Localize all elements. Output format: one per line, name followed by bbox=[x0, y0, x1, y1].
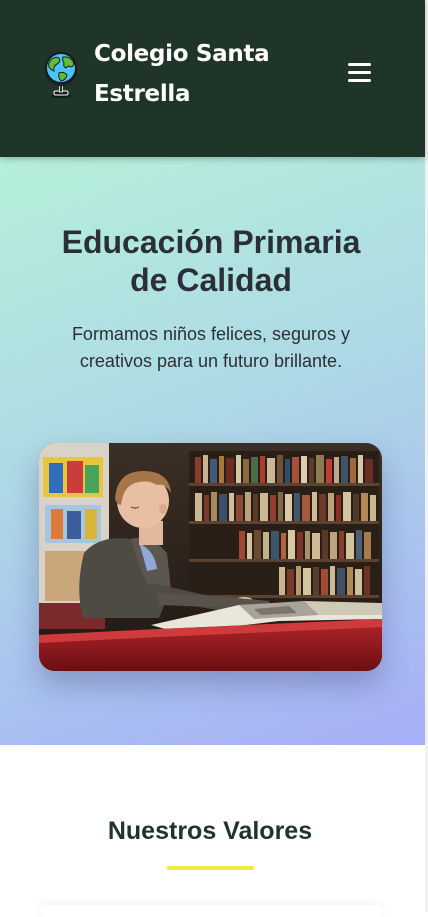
hero-section: Educación Primaria de Calidad Formamos n… bbox=[0, 157, 425, 745]
hero-photo bbox=[39, 443, 382, 671]
hero-subtitle: Formamos niños felices, seguros y creati… bbox=[40, 321, 382, 375]
values-title: Nuestros Valores bbox=[107, 817, 313, 845]
brand-line-1: Colegio Santa bbox=[94, 41, 270, 67]
values-title-underline bbox=[167, 866, 254, 870]
hero-subtitle-line-1: Formamos niños felices, seguros y bbox=[71, 324, 351, 344]
brand-name[interactable]: Colegio Santa Estrella bbox=[94, 34, 294, 114]
globe-icon[interactable] bbox=[42, 50, 80, 98]
hero-title: Educación Primaria de Calidad bbox=[30, 223, 392, 299]
hero-title-line-1: Educación Primaria bbox=[61, 224, 361, 260]
hero-title-line-2: de Calidad bbox=[130, 262, 292, 298]
hero-subtitle-line-2: creativos para un futuro brillante. bbox=[79, 351, 343, 371]
hamburger-menu-button[interactable] bbox=[340, 58, 378, 88]
value-card bbox=[40, 905, 382, 917]
child-reading-photo bbox=[39, 443, 382, 671]
values-section: Nuestros Valores bbox=[0, 745, 425, 917]
brand-line-2: Estrella bbox=[94, 81, 191, 107]
site-header: Colegio Santa Estrella bbox=[0, 0, 425, 157]
